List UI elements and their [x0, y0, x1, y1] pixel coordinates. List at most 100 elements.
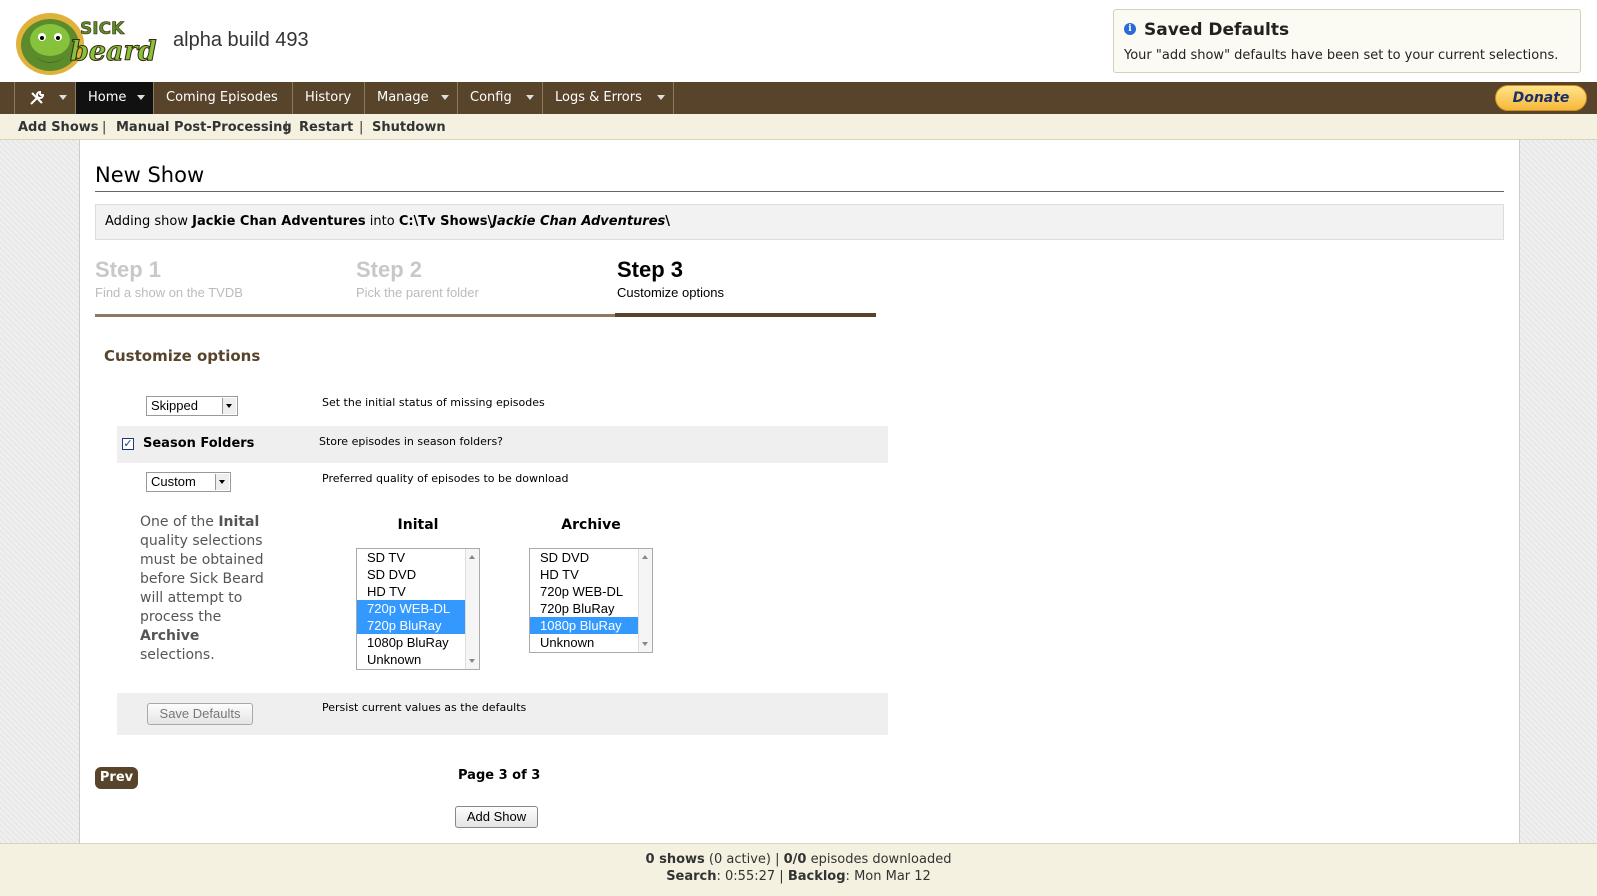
step-3-title: Step 3: [617, 257, 684, 282]
nav-coming-episodes[interactable]: Coming Episodes: [154, 82, 293, 114]
initial-status-description: Set the initial status of missing episod…: [322, 396, 545, 409]
quality-value: Custom: [151, 474, 196, 489]
adding-show-info: Adding show Jackie Chan Adventures into …: [95, 204, 1504, 240]
adding-path-show: Jackie Chan Adventures: [492, 214, 666, 229]
footer: 0 shows (0 active) | 0/0 episodes downlo…: [0, 843, 1597, 896]
chevron-down-icon: [222, 398, 236, 414]
nav-history[interactable]: History: [293, 82, 365, 114]
archive-list-title: Archive: [561, 517, 621, 533]
archive-option[interactable]: SD DVD: [530, 549, 638, 566]
logo-beard-text: beard: [70, 36, 157, 67]
chevron-down-icon: [215, 474, 229, 490]
archive-quality-list[interactable]: SD DVD HD TV 720p WEB-DL 720p BluRay 108…: [529, 548, 653, 653]
sub-nav: Add Shows | Manual Post-Processing | Res…: [0, 114, 1597, 140]
nav-config-label: Config: [470, 90, 512, 105]
info-icon: i: [1124, 23, 1136, 35]
chevron-down-icon: [657, 95, 665, 100]
nav-tools-menu[interactable]: [14, 82, 76, 114]
subnav-separator: |: [284, 120, 289, 135]
scroll-down-icon[interactable]: [469, 659, 475, 663]
archive-option-selected[interactable]: 1080p BluRay: [530, 617, 638, 634]
nav-logs-errors[interactable]: Logs & Errors: [543, 82, 674, 114]
archive-option[interactable]: Unknown: [530, 634, 638, 651]
notification-message: Your "add show" defaults have been set t…: [1124, 48, 1559, 63]
step-2-subtitle: Pick the parent folder: [356, 285, 479, 300]
chevron-down-icon: [59, 95, 67, 100]
initial-option[interactable]: HD TV: [357, 583, 465, 600]
step-3: Step 3 Customize options: [617, 257, 724, 300]
footer-search-value: 0:55:27: [725, 869, 776, 884]
initial-quality-list[interactable]: SD TV SD DVD HD TV 720p WEB-DL 720p BluR…: [356, 548, 480, 670]
quality-help-archive: Archive: [140, 628, 200, 644]
header: SICK beard alpha build 493 i Saved Defau…: [0, 0, 1597, 82]
nav-history-label: History: [305, 90, 352, 105]
version-label: alpha build 493: [173, 29, 309, 51]
scroll-up-icon[interactable]: [469, 555, 475, 559]
archive-option[interactable]: HD TV: [530, 566, 638, 583]
wrench-icon: [29, 90, 45, 106]
prev-button[interactable]: Prev: [95, 767, 138, 789]
initial-status-value: Skipped: [151, 398, 198, 413]
step-progress-bar: [95, 314, 615, 317]
quality-help-part2: quality selections must be obtained befo…: [140, 533, 264, 625]
donate-button[interactable]: Donate: [1495, 85, 1587, 111]
step-1[interactable]: Step 1 Find a show on the TVDB: [95, 257, 243, 300]
quality-select[interactable]: Custom: [146, 472, 231, 492]
sickbeard-logo[interactable]: SICK beard: [14, 4, 164, 76]
scroll-up-icon[interactable]: [642, 555, 648, 559]
quality-description: Preferred quality of episodes to be down…: [322, 472, 569, 485]
initial-option[interactable]: Unknown: [357, 651, 465, 668]
initial-list-title: Inital: [397, 517, 439, 533]
chevron-down-icon: [137, 95, 145, 100]
quality-help-part1: One of the: [140, 514, 214, 530]
nav-home[interactable]: Home: [76, 82, 154, 114]
left-gutter: [0, 140, 80, 843]
season-folders-description: Store episodes in season folders?: [319, 435, 504, 448]
step-2[interactable]: Step 2 Pick the parent folder: [356, 257, 479, 300]
saved-defaults-notification: i Saved Defaults Your "add show" default…: [1113, 9, 1581, 73]
initial-option-selected[interactable]: 720p BluRay: [357, 617, 465, 634]
chevron-down-icon: [526, 95, 534, 100]
adding-path-end: \: [665, 214, 671, 229]
archive-list-scrollbar[interactable]: [638, 549, 652, 652]
initial-list-scrollbar[interactable]: [465, 549, 479, 669]
footer-active: (0 active): [708, 852, 771, 867]
step-2-title: Step 2: [356, 257, 423, 282]
season-folders-label: Season Folders: [143, 436, 255, 451]
nav-manage[interactable]: Manage: [365, 82, 458, 114]
subnav-shutdown[interactable]: Shutdown: [372, 120, 446, 135]
save-defaults-button[interactable]: Save Defaults: [147, 703, 253, 725]
initial-option[interactable]: SD TV: [357, 549, 465, 566]
right-gutter: [1519, 140, 1597, 843]
page-indicator: Page 3 of 3: [458, 768, 541, 783]
subnav-add-shows[interactable]: Add Shows: [18, 120, 99, 135]
initial-option-selected[interactable]: 720p WEB-DL: [357, 600, 465, 617]
season-folders-checkbox[interactable]: ✓: [122, 438, 134, 450]
save-defaults-description: Persist current values as the defaults: [322, 701, 527, 714]
step-1-title: Step 1: [95, 257, 162, 282]
adding-into: into: [369, 214, 395, 229]
nav-manage-label: Manage: [377, 90, 429, 105]
nav-coming-episodes-label: Coming Episodes: [166, 90, 278, 105]
subnav-separator: |: [102, 120, 107, 135]
initial-option[interactable]: SD DVD: [357, 566, 465, 583]
archive-option[interactable]: 720p BluRay: [530, 600, 638, 617]
title-divider: [95, 191, 1504, 192]
footer-backlog-value: Mon Mar 12: [854, 869, 931, 884]
footer-backlog-label: Backlog: [787, 869, 846, 884]
step-progress-current: [615, 313, 876, 317]
scroll-down-icon[interactable]: [642, 642, 648, 646]
nav-config[interactable]: Config: [458, 82, 543, 114]
adding-path-base: C:\Tv Shows\: [398, 214, 493, 229]
subnav-restart[interactable]: Restart: [299, 120, 353, 135]
subnav-separator: |: [359, 120, 364, 135]
subnav-manual-post-processing[interactable]: Manual Post-Processing: [116, 120, 292, 135]
initial-status-select[interactable]: Skipped: [146, 396, 238, 416]
add-show-button[interactable]: Add Show: [455, 806, 538, 828]
archive-option[interactable]: 720p WEB-DL: [530, 583, 638, 600]
chevron-down-icon: [441, 95, 449, 100]
quality-help-text: One of the Inital quality selections mus…: [140, 513, 275, 665]
step-3-subtitle: Customize options: [617, 285, 724, 300]
initial-option[interactable]: 1080p BluRay: [357, 634, 465, 651]
step-1-subtitle: Find a show on the TVDB: [95, 285, 243, 300]
